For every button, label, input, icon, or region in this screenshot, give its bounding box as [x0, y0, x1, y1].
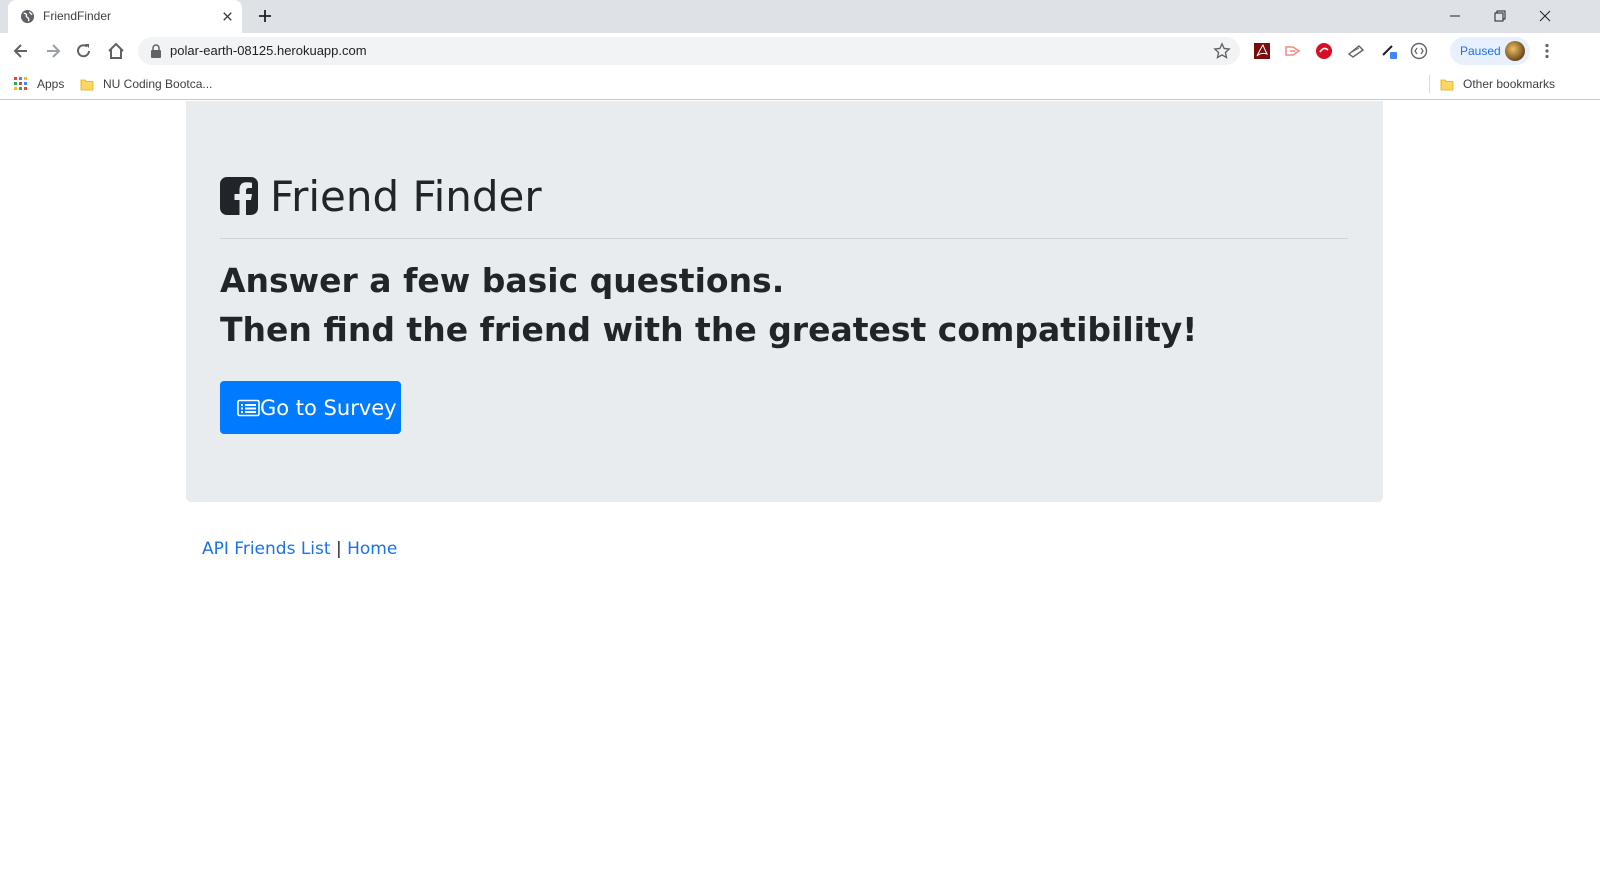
page-viewport: Friend Finder Answer a few basic questio… — [0, 101, 1600, 870]
reload-icon[interactable] — [74, 41, 94, 61]
go-to-survey-label: Go to Survey — [260, 395, 397, 420]
folder-icon — [80, 79, 94, 91]
minimize-icon[interactable] — [1445, 6, 1465, 26]
profile-button[interactable]: Paused — [1450, 37, 1530, 65]
code-extension-icon[interactable] — [1410, 42, 1428, 60]
avatar — [1505, 41, 1525, 61]
folder-icon — [1440, 79, 1454, 91]
clipper-extension-icon[interactable] — [1347, 42, 1365, 60]
lead-line-2: Then find the friend with the greatest c… — [220, 310, 1198, 349]
lead-line-1: Answer a few basic questions. — [220, 261, 785, 300]
kebab-menu-icon[interactable] — [1538, 42, 1556, 60]
apps-grid-icon — [14, 77, 27, 90]
bookmark-folder-nu-coding[interactable]: NU Coding Bootca... — [80, 75, 212, 93]
browser-tab[interactable]: FriendFinder — [8, 0, 242, 33]
address-bar[interactable]: polar-earth-08125.herokuapp.com — [138, 37, 1240, 65]
tab-title: FriendFinder — [43, 9, 112, 23]
page-title: Friend Finder — [270, 171, 542, 221]
home-link[interactable]: Home — [347, 539, 397, 559]
browser-toolbar: polar-earth-08125.herokuapp.com Paused — [0, 33, 1600, 69]
api-friends-list-link[interactable]: API Friends List — [202, 539, 331, 559]
back-icon[interactable] — [11, 41, 31, 61]
close-window-icon[interactable] — [1535, 6, 1555, 26]
bookmark-other[interactable]: Other bookmarks — [1440, 75, 1555, 93]
footer-links: API Friends List | Home — [202, 539, 397, 559]
browser-titlebar: FriendFinder — [0, 0, 1600, 33]
plus-icon[interactable] — [257, 8, 273, 24]
bookmark-folder-label: NU Coding Bootca... — [103, 77, 213, 91]
bookmark-apps-label: Apps — [37, 77, 65, 91]
list-alt-icon — [237, 399, 260, 416]
security-extension-icon[interactable] — [1315, 42, 1333, 60]
cast-extension-icon[interactable] — [1284, 42, 1302, 60]
acrobat-extension-icon[interactable] — [1253, 42, 1271, 60]
bookmark-separator — [1429, 75, 1430, 93]
divider — [220, 238, 1348, 239]
url-text: polar-earth-08125.herokuapp.com — [170, 43, 367, 58]
globe-icon — [20, 9, 35, 24]
restore-icon[interactable] — [1490, 6, 1510, 26]
eyedropper-extension-icon[interactable] — [1380, 42, 1398, 60]
page-heading: Friend Finder — [220, 171, 542, 221]
bookmarks-bar: Apps NU Coding Bootca... Other bookmarks — [0, 69, 1600, 100]
close-icon[interactable] — [220, 9, 235, 24]
go-to-survey-button[interactable]: Go to Survey — [220, 381, 401, 434]
lock-icon — [151, 44, 161, 58]
bookmark-apps[interactable]: Apps — [14, 75, 64, 93]
facebook-square-icon — [220, 177, 258, 215]
profile-status: Paused — [1460, 44, 1501, 58]
bookmark-other-label: Other bookmarks — [1463, 77, 1556, 91]
jumbotron: Friend Finder Answer a few basic questio… — [186, 101, 1383, 502]
forward-icon[interactable] — [43, 41, 63, 61]
home-icon[interactable] — [106, 41, 126, 61]
footer-separator: | — [335, 539, 342, 559]
lead-text: Answer a few basic questions. Then find … — [220, 256, 1197, 354]
star-icon[interactable] — [1213, 42, 1231, 60]
